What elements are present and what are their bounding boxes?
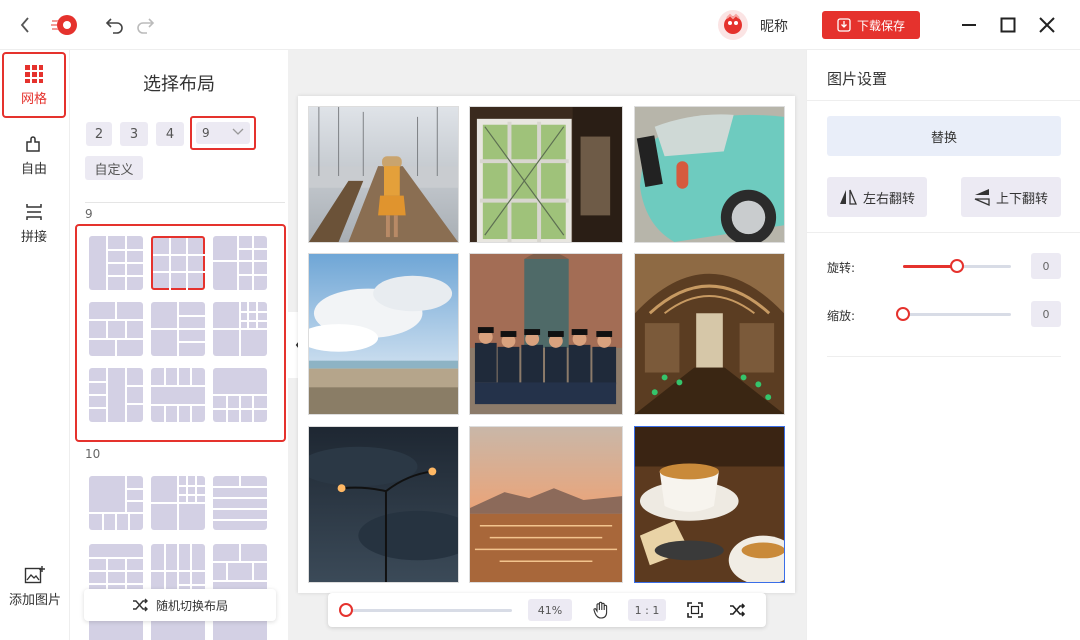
rotate-label: 旋转:	[827, 261, 856, 275]
section-label-10: 10	[85, 447, 101, 461]
nav-item-add-image[interactable]: 添加图片	[0, 553, 70, 619]
flip-vertical-button[interactable]: 上下翻转	[961, 177, 1061, 217]
layout-thumb[interactable]	[213, 236, 267, 290]
avatar[interactable]	[718, 10, 748, 40]
count-select[interactable]: 9	[190, 116, 256, 150]
count-button-4[interactable]: 4	[156, 122, 184, 146]
nav-label-grid: 网格	[20, 91, 47, 107]
layout-panel: 选择布局 2 3 4 9 自定义 9 10	[70, 50, 288, 640]
layout-thumb[interactable]	[213, 302, 267, 356]
collage-cell-sunset[interactable]	[469, 426, 623, 583]
layout-thumb[interactable]	[151, 368, 205, 422]
collage-canvas	[298, 96, 795, 593]
flip-vertical-icon	[974, 189, 990, 206]
count-button-2[interactable]: 2	[86, 122, 112, 146]
layout-thumb[interactable]	[213, 476, 267, 530]
flip-horizontal-button[interactable]: 左右翻转	[827, 177, 927, 217]
username-label[interactable]: 昵称	[760, 16, 788, 36]
zoom-slider-handle[interactable]	[339, 603, 353, 617]
random-layout-label: 随机切换布局	[155, 598, 228, 613]
scale-label: 缩放:	[827, 309, 856, 323]
redo-icon[interactable]	[134, 14, 156, 36]
layout-thumb[interactable]	[89, 368, 143, 422]
fit-screen-icon[interactable]	[684, 599, 706, 621]
shuffle-icon	[132, 598, 148, 612]
minimize-icon[interactable]	[958, 14, 980, 36]
zoom-slider-track[interactable]	[346, 609, 512, 612]
close-icon[interactable]	[1036, 14, 1058, 36]
section-label-9: 9	[85, 207, 93, 221]
collage-cell-coffee-selected[interactable]	[634, 426, 785, 583]
collage-cell-beach[interactable]	[308, 253, 459, 415]
grid-icon	[25, 64, 43, 83]
divider	[85, 202, 285, 203]
download-label: 下载保存	[856, 18, 905, 33]
settings-panel: 图片设置 替换 左右翻转 上下翻转 旋转: 0 缩放: 0	[806, 50, 1080, 640]
top-bar: 昵称 下载保存	[0, 0, 1080, 50]
scale-value[interactable]: 0	[1031, 301, 1061, 327]
puzzle-icon	[26, 135, 40, 152]
layout-thumb[interactable]	[151, 302, 205, 356]
scale-slider-track[interactable]	[903, 313, 1011, 316]
stitch-icon	[26, 203, 42, 220]
nav-item-free[interactable]: 自由	[2, 122, 66, 188]
divider	[807, 100, 1080, 101]
flip-horizontal-label: 左右翻转	[862, 191, 915, 207]
layout-thumb[interactable]	[213, 368, 267, 422]
nav-item-stitch[interactable]: 拼接	[2, 190, 66, 256]
rotate-slider-fill	[903, 265, 957, 268]
aspect-ratio[interactable]: 1 : 1	[628, 599, 666, 621]
collage-cell-musicians[interactable]	[469, 253, 623, 415]
nav-label-free: 自由	[20, 161, 47, 177]
flip-vertical-label: 上下翻转	[995, 191, 1048, 207]
divider	[827, 356, 1061, 357]
collage-cell-library[interactable]	[634, 253, 785, 415]
layout-thumb[interactable]	[89, 236, 143, 290]
count-select-value: 9	[202, 126, 210, 140]
download-icon	[837, 18, 851, 32]
nav-label-stitch: 拼接	[20, 229, 47, 245]
app-logo-icon	[50, 12, 80, 38]
left-nav: 网格 自由 拼接 添加图片	[0, 50, 70, 640]
collage-cell-window[interactable]	[469, 106, 623, 243]
layout-thumb-selected[interactable]	[151, 236, 207, 292]
collage-cell-streetlight[interactable]	[308, 426, 459, 583]
nav-item-grid[interactable]: 网格	[2, 52, 66, 118]
back-icon[interactable]	[14, 14, 36, 36]
download-save-button[interactable]: 下载保存	[822, 11, 920, 39]
layout-thumb[interactable]	[89, 302, 143, 356]
panel-title: 选择布局	[143, 74, 215, 95]
replace-button[interactable]: 替换	[827, 116, 1061, 156]
scale-slider-handle[interactable]	[896, 307, 910, 321]
shuffle-icon[interactable]	[726, 599, 748, 621]
rotate-slider-handle[interactable]	[950, 259, 964, 273]
collage-cell-car[interactable]	[634, 106, 785, 243]
divider	[807, 232, 1080, 233]
layout-group-9	[75, 224, 286, 442]
zoom-level: 41%	[528, 599, 572, 621]
hand-tool-icon[interactable]	[590, 599, 612, 621]
random-layout-button[interactable]: 随机切换布局	[84, 589, 276, 621]
maximize-icon[interactable]	[997, 14, 1019, 36]
count-button-3[interactable]: 3	[120, 122, 148, 146]
layout-thumb[interactable]	[89, 476, 143, 530]
chevron-down-icon	[232, 128, 244, 135]
collage-cell-pier[interactable]	[308, 106, 459, 243]
custom-layout-button[interactable]: 自定义	[85, 156, 143, 180]
layout-thumb[interactable]	[151, 476, 205, 530]
zoom-bar: 41% 1 : 1	[328, 593, 766, 627]
undo-icon[interactable]	[104, 14, 126, 36]
flip-horizontal-icon	[839, 189, 857, 205]
settings-title: 图片设置	[827, 70, 888, 88]
nav-label-add-image: 添加图片	[8, 592, 61, 608]
add-image-icon	[24, 565, 45, 583]
rotate-value[interactable]: 0	[1031, 253, 1061, 279]
